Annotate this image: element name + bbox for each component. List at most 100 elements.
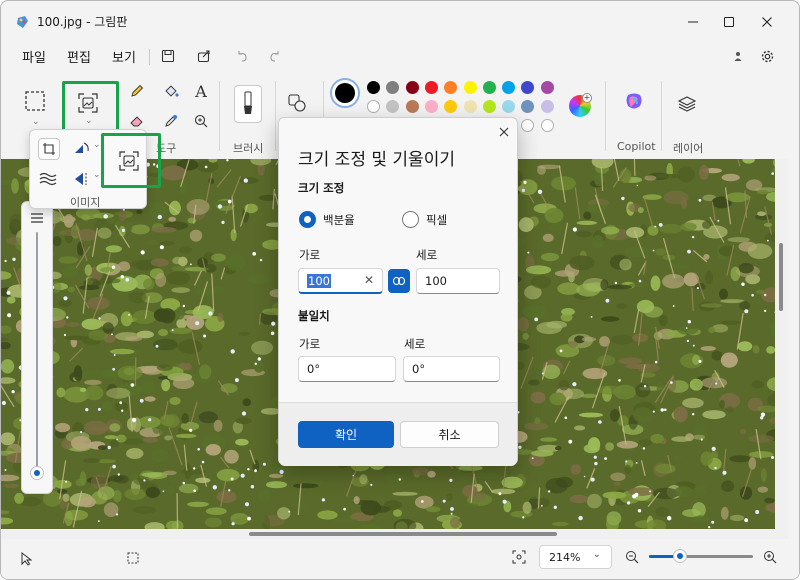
color-swatch[interactable] <box>424 100 438 113</box>
remove-background-button[interactable] <box>36 167 60 191</box>
brush-icon <box>244 91 252 114</box>
undo-icon <box>238 51 247 62</box>
menu-view[interactable]: 보기 <box>112 47 136 66</box>
fit-to-window-button[interactable] <box>510 548 528 566</box>
flip-icon <box>75 173 87 185</box>
copilot-button[interactable] <box>621 89 647 115</box>
crop-button[interactable] <box>38 138 60 160</box>
color-swatch[interactable] <box>521 81 535 94</box>
dialog-footer: 확인 취소 <box>279 402 517 466</box>
zoom-out-icon <box>626 551 639 564</box>
horizontal-scroll-thumb[interactable] <box>249 532 557 536</box>
edit-colors-button[interactable]: + <box>569 93 592 117</box>
fill-tool-button[interactable] <box>159 79 183 103</box>
color-swatch[interactable] <box>386 100 400 113</box>
eyedropper-icon <box>165 115 177 127</box>
color-swatch[interactable] <box>405 81 419 94</box>
active-color-button[interactable] <box>330 78 360 108</box>
skew-vertical-value: 0° <box>412 362 426 376</box>
paint-bucket-icon <box>165 85 179 97</box>
selection-tool-button[interactable] <box>21 87 49 115</box>
color-swatch[interactable] <box>502 100 516 113</box>
dialog-close-button[interactable] <box>495 123 513 141</box>
color-picker-tool-button[interactable] <box>159 109 183 133</box>
color-swatch[interactable] <box>482 81 496 94</box>
image-group-label: 이미지 <box>70 196 101 209</box>
menu-edit[interactable]: 편집 <box>67 47 91 66</box>
zoom-slider-thumb[interactable] <box>673 549 687 563</box>
vertical-scrollbar[interactable] <box>775 159 788 529</box>
color-swatch[interactable] <box>367 81 380 94</box>
brushes-button[interactable] <box>234 85 262 123</box>
ok-button[interactable]: 확인 <box>298 421 394 448</box>
paint-window: 100.jpg - 그림판 파일 편집 보기 ⌄ ⌄ A 도구 브러시 + Co… <box>0 0 800 580</box>
resize-vertical-label: 세로 <box>416 248 438 262</box>
zoom-slider-track[interactable] <box>649 555 753 558</box>
color-swatch[interactable] <box>463 100 477 113</box>
undo-button[interactable] <box>231 45 253 67</box>
rotate-button[interactable] <box>70 137 94 161</box>
zoom-level-select[interactable]: 214% ⌄ <box>539 545 612 569</box>
status-bar: 214% ⌄ <box>1 539 799 579</box>
redo-button[interactable] <box>264 45 286 67</box>
zoom-in-button[interactable] <box>761 548 779 566</box>
skew-vertical-field[interactable]: 0° <box>403 356 500 382</box>
layers-button[interactable] <box>674 91 700 117</box>
skew-horizontal-label: 가로 <box>299 337 321 351</box>
ribbon-divider <box>219 81 220 151</box>
size-slider-track[interactable] <box>36 232 38 468</box>
title-bar: 100.jpg - 그림판 <box>1 1 799 41</box>
color-swatch[interactable] <box>444 81 458 94</box>
vertical-scroll-thumb[interactable] <box>779 243 783 311</box>
color-swatch[interactable] <box>386 81 400 94</box>
shapes-button[interactable] <box>285 91 309 115</box>
color-swatch[interactable] <box>405 100 419 113</box>
skew-horizontal-field[interactable]: 0° <box>298 356 396 382</box>
resize-vertical-value: 100 <box>425 274 447 288</box>
magnifier-tool-button[interactable] <box>189 109 213 133</box>
pixel-radio[interactable] <box>402 211 419 228</box>
share-button[interactable] <box>193 45 215 67</box>
color-swatch[interactable] <box>540 100 554 113</box>
close-icon <box>499 127 509 137</box>
zoom-out-button[interactable] <box>623 548 641 566</box>
resize-horizontal-field[interactable]: 100 ✕ <box>298 268 383 294</box>
save-button[interactable] <box>157 45 179 67</box>
text-tool-button[interactable]: A <box>189 79 213 103</box>
brushes-group-label: 브러시 <box>233 142 264 155</box>
window-title: 100.jpg - 그림판 <box>37 15 128 29</box>
color-swatch[interactable] <box>482 100 496 113</box>
clear-field-icon[interactable]: ✕ <box>364 273 374 287</box>
maximize-button[interactable] <box>711 9 747 35</box>
color-swatch[interactable] <box>521 100 535 113</box>
resize-horizontal-label: 가로 <box>299 248 321 262</box>
custom-color-slot[interactable] <box>540 119 554 132</box>
settings-button[interactable] <box>756 45 778 67</box>
close-window-button[interactable] <box>749 9 785 35</box>
share-icon <box>197 50 210 63</box>
color-swatch[interactable] <box>463 81 477 94</box>
resize-vertical-field[interactable]: 100 <box>416 268 500 294</box>
custom-color-slot[interactable] <box>521 119 535 132</box>
brush-size-panel <box>21 201 53 494</box>
aspect-lock-button[interactable] <box>388 269 410 293</box>
minimize-button[interactable] <box>675 9 711 35</box>
account-button[interactable] <box>727 45 749 67</box>
color-swatch[interactable] <box>424 81 438 94</box>
plus-icon: + <box>582 93 592 103</box>
flip-button[interactable] <box>70 167 94 191</box>
color-swatch[interactable] <box>502 81 516 94</box>
horizontal-scrollbar[interactable] <box>1 529 788 539</box>
menu-file[interactable]: 파일 <box>22 47 46 66</box>
selection-chevron-icon: ⌄ <box>32 117 40 127</box>
pencil-tool-button[interactable] <box>125 79 149 103</box>
color-swatch[interactable] <box>540 81 554 94</box>
cancel-button[interactable]: 취소 <box>400 421 499 448</box>
percent-radio[interactable] <box>299 211 316 228</box>
menu-divider <box>149 49 150 65</box>
color-swatch[interactable] <box>444 100 458 113</box>
resize-skew-dialog: 크기 조정 및 기울이기 크기 조정 백분율 픽셀 가로 세로 100 ✕ 10… <box>278 117 518 466</box>
size-slider-thumb[interactable] <box>30 466 44 480</box>
highlight-box-image-button <box>62 81 119 135</box>
color-swatch[interactable] <box>367 100 380 113</box>
